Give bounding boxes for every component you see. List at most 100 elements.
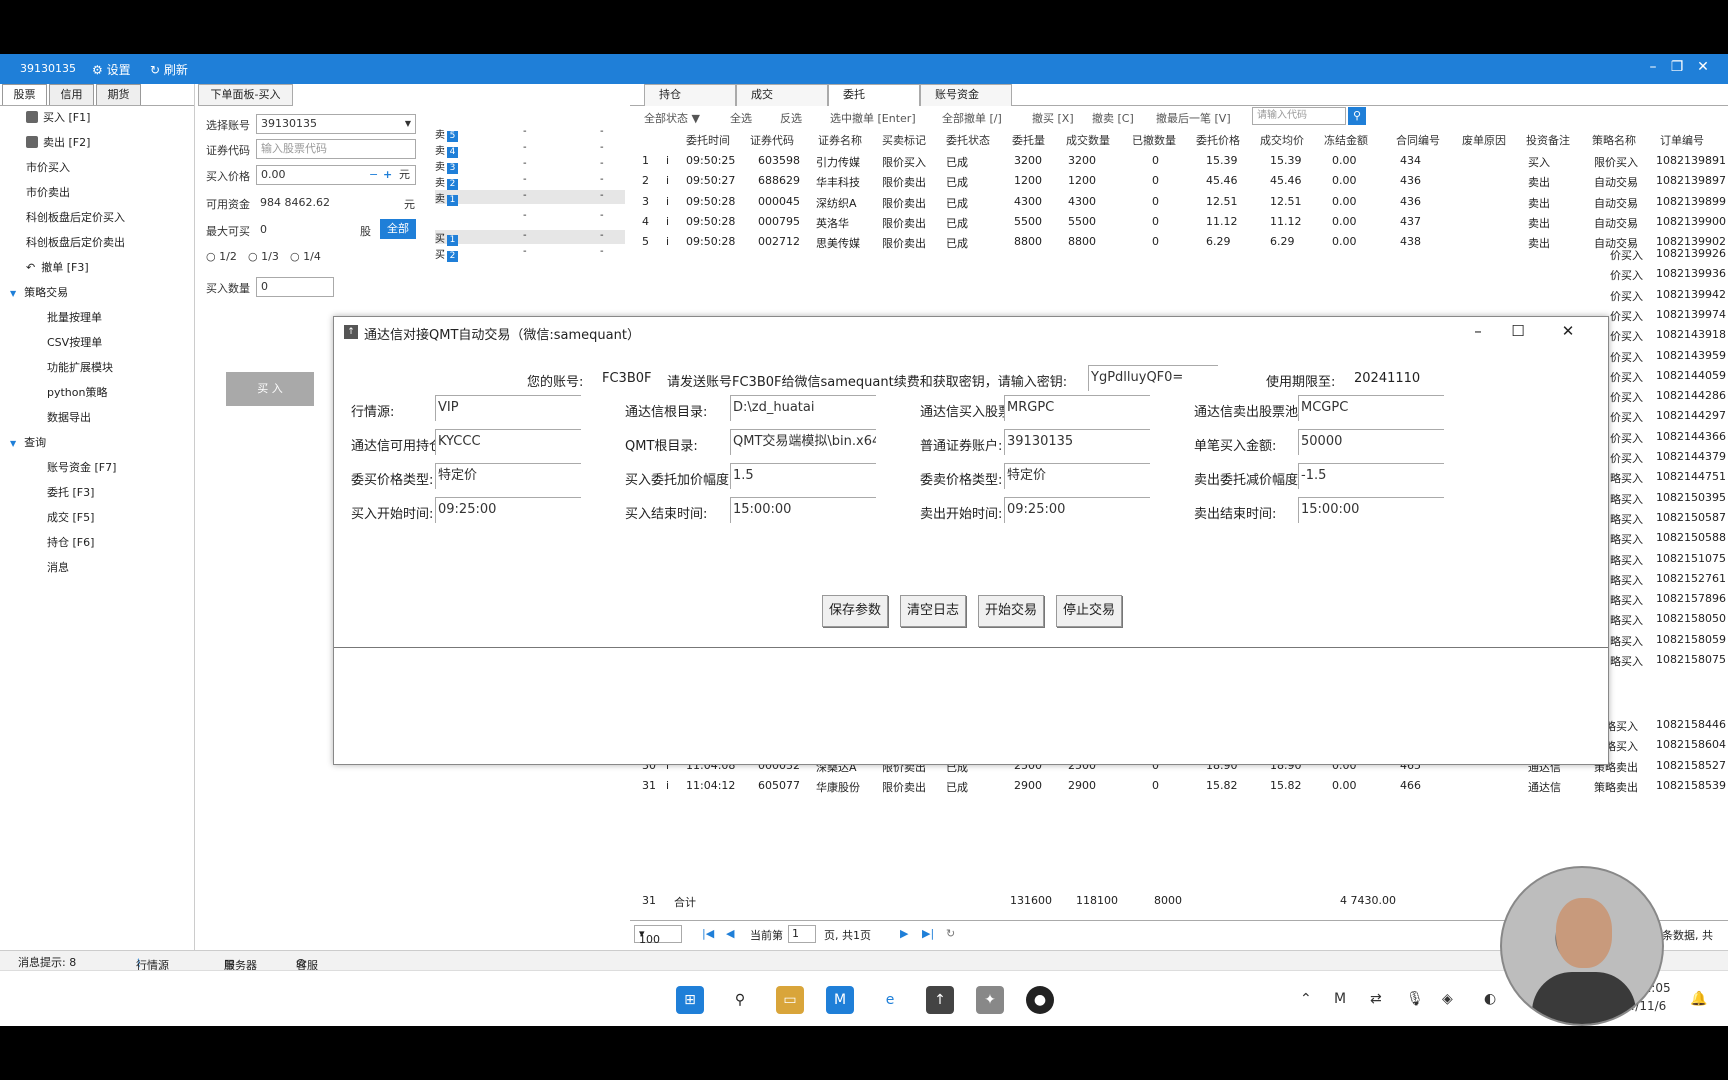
microphone-icon[interactable]: 🎙 — [1406, 991, 1424, 1007]
tool-app-icon[interactable]: ✦ — [976, 986, 1004, 1014]
param-input[interactable]: MCGPC — [1298, 395, 1444, 421]
trading-app-icon[interactable]: M — [826, 986, 854, 1014]
cancel-buys-button[interactable]: 撤买 [X] — [1032, 110, 1074, 126]
nav-account-funds[interactable]: 账号资金 [F7] — [47, 461, 116, 475]
table-row[interactable]: 略买入 1082158050 — [1600, 612, 1728, 634]
buy-button[interactable]: 买 入 — [226, 372, 314, 406]
page-input[interactable]: 1 — [788, 925, 816, 943]
table-row[interactable]: 价买入 1082139942 — [1600, 288, 1728, 310]
folder-icon[interactable]: ▭ — [776, 986, 804, 1014]
nav-market-sell[interactable]: 市价卖出 — [26, 186, 70, 200]
cancel-sells-button[interactable]: 撤卖 [C] — [1092, 110, 1134, 126]
bell-icon[interactable]: 🔔 — [1690, 991, 1707, 1007]
nav-cancel[interactable]: ↶ 撤单 [F3] — [26, 261, 89, 275]
next-page-icon[interactable]: ▶ — [900, 927, 908, 940]
last-page-icon[interactable]: ▶| — [922, 927, 934, 940]
start-icon[interactable]: ⊞ — [676, 986, 704, 1014]
fraction-half[interactable]: ○ 1/2 — [206, 250, 237, 263]
table-row[interactable]: 4 i 09:50:28 000795 英洛华 限价卖出 已成 5500 5500 0 11.12 1… — [640, 211, 1728, 233]
cancel-all-button[interactable]: 全部撤单 [/] — [942, 110, 1002, 126]
nav-star-sell[interactable]: 科创板盘后定价卖出 — [26, 236, 125, 250]
param-input[interactable]: 39130135 — [1004, 429, 1150, 455]
param-input[interactable]: 特定价 — [435, 463, 581, 489]
tab-stock[interactable]: 股票 — [2, 84, 47, 105]
upload-app-icon[interactable]: ↑ — [926, 986, 954, 1014]
app-tray-icon[interactable]: M — [1334, 991, 1346, 1007]
chevron-up-icon[interactable]: ⌃ — [1300, 991, 1312, 1007]
tab-credit[interactable]: 信用 — [49, 84, 94, 105]
table-row[interactable]: 价买入 1082144297 — [1600, 409, 1728, 431]
save-params-button[interactable]: 保存参数 — [822, 595, 888, 627]
table-row[interactable]: 略买入 1082157896 — [1600, 592, 1728, 614]
table-row[interactable]: 2 i 09:50:27 688629 华丰科技 限价卖出 已成 1200 1200 0 45.46… — [640, 170, 1728, 192]
close-icon[interactable]: ✕ — [1692, 59, 1714, 75]
settings-button[interactable]: ⚙ 设置 — [92, 61, 131, 78]
price-input[interactable]: 0.00− + 元 — [256, 165, 416, 185]
code-search-input[interactable]: 请输入代码 — [1252, 107, 1346, 125]
param-input[interactable]: 50000 — [1298, 429, 1444, 455]
tab-futures[interactable]: 期货 — [96, 84, 141, 105]
nav-buy[interactable]: 买入 [F1] — [26, 111, 90, 125]
page-size-select[interactable]: 100 ▾ — [634, 925, 682, 946]
table-row[interactable]: 价买入 1082144379 — [1600, 450, 1728, 472]
account-select[interactable]: 39130135 ▼ — [256, 114, 416, 134]
recorder-icon[interactable]: ● — [1026, 986, 1054, 1014]
nav-query-group[interactable]: ▼ 查询 — [10, 436, 46, 451]
search-icon[interactable]: ⚲ — [1348, 107, 1366, 125]
param-input[interactable]: VIP — [435, 395, 581, 421]
license-key-input[interactable]: YgPdlluyQF0= — [1088, 365, 1218, 391]
nav-orders[interactable]: 委托 [F3] — [47, 486, 94, 500]
table-row[interactable]: 价买入 1082139926 — [1600, 247, 1728, 269]
param-input[interactable]: 15:00:00 — [730, 497, 876, 523]
stop-trading-button[interactable]: 停止交易 — [1056, 595, 1122, 627]
search-icon[interactable]: ⚲ — [726, 986, 754, 1014]
table-row[interactable]: 价买入 1082144286 — [1600, 389, 1728, 411]
nav-sell[interactable]: 卖出 [F2] — [26, 136, 90, 150]
table-row[interactable]: 价买入 1082143959 — [1600, 349, 1728, 371]
tab-buy-panel[interactable]: 下单面板-买入 — [198, 84, 293, 106]
param-input[interactable]: KYCCC — [435, 429, 581, 455]
select-all-button[interactable]: 全选 — [730, 110, 752, 126]
restore-icon[interactable]: ❐ — [1666, 59, 1688, 75]
table-row[interactable]: 略买入 1082158059 — [1600, 633, 1728, 655]
nav-extension[interactable]: 功能扩展模块 — [47, 361, 113, 375]
table-row[interactable]: 略买入 1082150587 — [1600, 511, 1728, 533]
reload-icon[interactable]: ↻ — [946, 927, 955, 940]
table-row[interactable]: 价买入 1082143918 — [1600, 328, 1728, 350]
param-input[interactable]: 09:25:00 — [435, 497, 581, 523]
nav-batch-order[interactable]: 批量按理单 — [47, 311, 102, 325]
table-row[interactable]: 略买入 1082144751 — [1600, 470, 1728, 492]
cancel-last-button[interactable]: 撤最后一笔 [V] — [1156, 110, 1231, 126]
nav-export[interactable]: 数据导出 — [47, 411, 91, 425]
tab-orders[interactable]: 委托 — [828, 84, 920, 106]
table-row[interactable]: 3 i 09:50:28 000045 深纺织A 限价卖出 已成 4300 4300 0 12.51… — [640, 191, 1728, 213]
table-row[interactable]: 价买入 1082139936 — [1600, 267, 1728, 289]
nav-market-buy[interactable]: 市价买入 — [26, 161, 70, 175]
cancel-selected-button[interactable]: 选中撤单 [Enter] — [830, 110, 916, 126]
nav-trades[interactable]: 成交 [F5] — [47, 511, 94, 525]
table-row[interactable]: 31 i 11:04:12 605077 华康股份 限价卖出 已成 2900 2900 0 15.8… — [640, 775, 1728, 797]
clear-log-button[interactable]: 清空日志 — [900, 595, 966, 627]
param-input[interactable]: 15:00:00 — [1298, 497, 1444, 523]
param-input[interactable]: 1.5 — [730, 463, 876, 489]
start-trading-button[interactable]: 开始交易 — [978, 595, 1044, 627]
nav-messages[interactable]: 消息 — [47, 561, 69, 575]
prev-page-icon[interactable]: ◀ — [726, 927, 734, 940]
param-input[interactable]: D:\zd_huatai — [730, 395, 876, 421]
plus-icon[interactable]: + — [383, 166, 392, 184]
param-input[interactable]: 09:25:00 — [1004, 497, 1150, 523]
maximize-icon[interactable]: ☐ — [1506, 322, 1530, 340]
nav-python[interactable]: python策略 — [47, 386, 107, 400]
fraction-third[interactable]: ○ 1/3 — [248, 250, 279, 263]
table-row[interactable]: 略买入 1082150395 — [1600, 491, 1728, 513]
nav-strategy-group[interactable]: ▼ 策略交易 — [10, 286, 68, 301]
table-row[interactable]: 略买入 1082152761 — [1600, 572, 1728, 594]
nav-star-buy[interactable]: 科创板盘后定价买入 — [26, 211, 125, 225]
table-row[interactable]: 1 i 09:50:25 603598 引力传媒 限价买入 已成 3200 3200 0 15.39… — [640, 150, 1728, 172]
param-input[interactable]: -1.5 — [1298, 463, 1444, 489]
qty-input[interactable]: 0 — [256, 277, 334, 297]
invert-selection-button[interactable]: 反选 — [780, 110, 802, 126]
first-page-icon[interactable]: |◀ — [702, 927, 714, 940]
sliders-icon[interactable]: ⇄ — [1370, 991, 1382, 1007]
code-input[interactable]: 输入股票代码 — [256, 139, 416, 159]
